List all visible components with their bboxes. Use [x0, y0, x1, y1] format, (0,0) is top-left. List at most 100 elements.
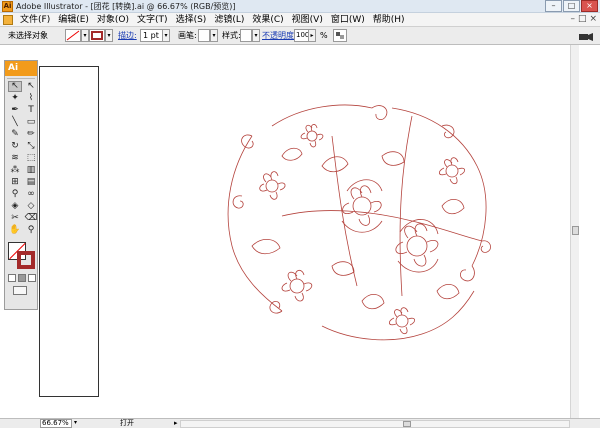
direct-selection-tool-icon[interactable]: ↖ [24, 81, 38, 92]
maximize-button[interactable]: □ [563, 0, 580, 12]
doc-restore-button[interactable]: □ [578, 14, 587, 24]
style-dropdown[interactable]: ▾ [252, 29, 260, 42]
gradient-mode-icon[interactable] [18, 274, 26, 282]
menu-bar: 文件(F) 编辑(E) 对象(O) 文字(T) 选择(S) 滤镜(L) 效果(C… [0, 13, 600, 27]
free-transform-tool-icon[interactable]: ⬚ [24, 153, 38, 164]
brush-label: 画笔: [178, 31, 197, 40]
blend-tool-icon[interactable]: ∞ [24, 189, 38, 200]
curl-path [480, 240, 491, 253]
symbol-sprayer-tool-icon[interactable]: ⁂ [8, 165, 22, 176]
stroke-label[interactable]: 描边: [118, 30, 137, 42]
curl-path [232, 195, 244, 209]
menu-select[interactable]: 选择(S) [172, 14, 211, 26]
live-paint-bucket-tool-icon[interactable]: ◈ [8, 201, 22, 212]
menu-object[interactable]: 对象(O) [93, 14, 133, 26]
pen-tool-icon[interactable]: ✒ [8, 105, 22, 116]
control-bar: 未选择对象 ▾ ▾ 描边: 1 pt ▾ 画笔: ▾ 样式: ▾ 不透明度: 1… [0, 27, 600, 45]
stroke-dropdown[interactable]: ▾ [105, 29, 113, 42]
title-bar: Ai Adobe Illustrator - [团花 [转换].ai @ 66.… [0, 0, 600, 13]
rectangle-tool-icon[interactable]: ▭ [24, 117, 38, 128]
flower [281, 269, 313, 302]
zoom-field[interactable]: 66.67% [40, 419, 72, 428]
menu-type[interactable]: 文字(T) [133, 14, 172, 26]
gradient-tool-icon[interactable]: ▤ [24, 177, 38, 188]
menu-file[interactable]: 文件(F) [16, 14, 54, 26]
status-menu-arrow-icon[interactable]: ▸ [174, 419, 178, 428]
selection-status: 未选择对象 [8, 31, 48, 40]
eyedropper-tool-icon[interactable]: ⚲ [8, 189, 22, 200]
zoom-tool-icon[interactable]: ⚲ [24, 225, 38, 236]
vertical-scrollbar[interactable] [570, 45, 579, 418]
color-mode-icon[interactable] [8, 274, 16, 282]
column-graph-tool-icon[interactable]: ▥ [24, 165, 38, 176]
mesh-tool-icon[interactable]: ⊞ [8, 177, 22, 188]
fill-dropdown[interactable]: ▾ [81, 29, 89, 42]
paintbrush-tool-icon[interactable]: ✎ [8, 129, 22, 140]
style-label: 样式: [222, 31, 241, 40]
stroke-weight-value: 1 pt [143, 31, 159, 40]
leaf [441, 199, 465, 215]
leaf [251, 239, 281, 255]
lasso-tool-icon[interactable]: ⌇ [24, 93, 38, 104]
doc-minimize-button[interactable]: – [570, 14, 575, 24]
recolor-button[interactable] [333, 29, 347, 42]
brush-dropdown[interactable]: ▾ [210, 29, 218, 42]
curl-path [460, 265, 475, 282]
stroke-color-icon [91, 31, 103, 40]
status-state[interactable]: 打开 [120, 419, 134, 428]
hand-tool-icon[interactable]: ✋ [8, 225, 22, 236]
stroke-weight-dropdown[interactable]: ▾ [162, 29, 170, 42]
doc-close-button[interactable]: × [589, 14, 597, 24]
none-mode-icon[interactable] [28, 274, 36, 282]
horizontal-scrollbar[interactable] [180, 420, 570, 428]
menu-view[interactable]: 视图(V) [288, 14, 327, 26]
menu-window[interactable]: 窗口(W) [327, 14, 369, 26]
live-paint-selection-tool-icon[interactable]: ◇ [24, 201, 38, 212]
minimize-button[interactable]: – [545, 0, 562, 12]
type-tool-icon[interactable]: T [24, 105, 38, 116]
style-swatch[interactable] [240, 29, 252, 42]
curl-path [269, 300, 283, 314]
scale-tool-icon[interactable]: ⤡ [24, 141, 38, 152]
fill-swatch[interactable] [65, 29, 81, 42]
magic-wand-tool-icon[interactable]: ✦ [8, 93, 22, 104]
screen-mode-icon[interactable] [13, 286, 27, 295]
stroke-swatch[interactable] [89, 29, 105, 42]
opacity-unit: % [320, 31, 328, 40]
close-button[interactable]: × [581, 0, 598, 12]
panel-menu-icon[interactable] [578, 31, 594, 45]
menu-help[interactable]: 帮助(H) [369, 14, 409, 26]
brush-swatch[interactable] [198, 29, 210, 42]
warp-tool-icon[interactable]: ≋ [8, 153, 22, 164]
vine-path [271, 104, 373, 127]
pencil-tool-icon[interactable]: ✏ [24, 129, 38, 140]
color-mode-buttons [5, 274, 37, 282]
rotate-tool-icon[interactable]: ↻ [8, 141, 22, 152]
flower [395, 219, 439, 273]
vine-path [281, 210, 483, 242]
color-controls [5, 240, 37, 272]
zoom-dropdown-icon[interactable]: ▾ [72, 419, 79, 428]
slice-tool-icon[interactable]: ✂ [8, 213, 22, 224]
menu-edit[interactable]: 编辑(E) [54, 14, 93, 26]
line-tool-icon[interactable]: ╲ [8, 117, 22, 128]
document-icon[interactable] [3, 15, 13, 25]
eraser-tool-icon[interactable]: ⌫ [24, 213, 38, 224]
opacity-label[interactable]: 不透明度: [262, 30, 297, 42]
recolor-icon [336, 32, 344, 39]
selection-tool-icon[interactable]: ↖ [8, 81, 22, 92]
menu-filter[interactable]: 滤镜(L) [210, 14, 248, 26]
illustrator-app-icon: Ai [2, 1, 13, 12]
document-controls: – □ × [570, 14, 597, 24]
vertical-scroll-thumb[interactable] [572, 226, 579, 235]
floral-medallion-artwork[interactable] [212, 96, 572, 346]
menu-effect[interactable]: 效果(C) [248, 14, 287, 26]
curl-path [371, 105, 388, 120]
horizontal-scroll-thumb[interactable] [403, 421, 411, 427]
leaf [361, 294, 385, 310]
opacity-dropdown[interactable]: ▸ [308, 29, 316, 42]
stroke-color-swatch[interactable] [17, 251, 35, 269]
leaf [281, 147, 303, 161]
artboard[interactable] [39, 66, 99, 397]
leaf [436, 284, 460, 300]
